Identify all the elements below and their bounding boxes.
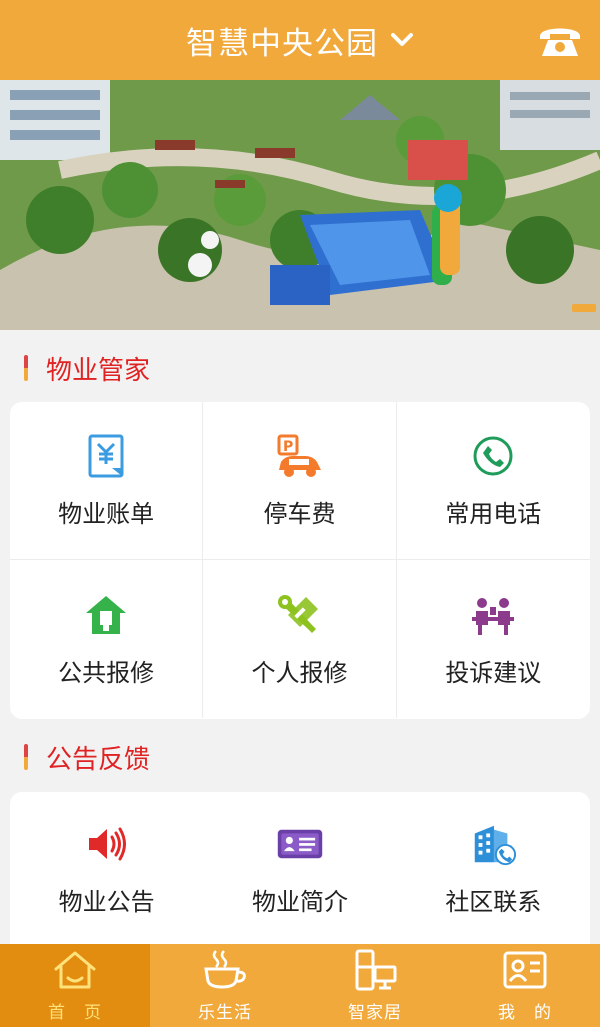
section-header-notice: 公告反馈: [0, 722, 600, 792]
top-bar: 智慧中央公园: [0, 0, 600, 80]
service-label: 公共报修: [58, 658, 155, 687]
service-item-bill[interactable]: 物业账单: [10, 402, 204, 560]
tab-mine[interactable]: 我 的: [450, 944, 600, 1027]
notice-label: 物业简介: [251, 887, 348, 916]
carousel-indicator[interactable]: [572, 304, 596, 312]
service-item-complaint[interactable]: 投诉建议: [397, 560, 590, 718]
speaker-icon: [83, 820, 131, 868]
community-title: 智慧中央公园: [186, 25, 378, 62]
tab-smart-home[interactable]: 智家居: [300, 944, 450, 1027]
id-card-icon: [276, 820, 324, 868]
tools-icon: [275, 591, 323, 639]
section-accent: [24, 355, 28, 381]
notice-item-contact[interactable]: 社区联系: [397, 792, 590, 944]
section-title: 物业管家: [46, 355, 151, 386]
bill-icon: [82, 432, 130, 480]
house-wrench-icon: [82, 591, 130, 639]
tab-label: 我 的: [498, 1003, 552, 1023]
property-services-card: 物业账单 P 停车费 常用电话 公共报修 个人报修 投诉建议: [10, 402, 590, 719]
home-icon: [51, 948, 99, 992]
service-item-phone[interactable]: 常用电话: [396, 402, 590, 560]
banner-image[interactable]: [0, 80, 600, 330]
service-label: 个人报修: [251, 658, 348, 687]
service-label: 物业账单: [58, 500, 155, 528]
service-label: 投诉建议: [445, 658, 542, 687]
tab-label: 首 页: [48, 1003, 102, 1023]
notice-item-intro[interactable]: 物业简介: [203, 792, 396, 944]
complaint-people-icon: [469, 591, 517, 639]
smart-devices-icon: [351, 948, 399, 992]
chevron-down-icon: [390, 32, 414, 48]
building-phone-icon: [469, 820, 517, 868]
notice-label: 社区联系: [445, 887, 542, 916]
service-item-parking[interactable]: P 停车费: [203, 402, 397, 560]
section-accent: [24, 744, 28, 770]
section-title: 公告反馈: [46, 744, 151, 775]
notice-card: 物业公告 物业简介 社区联系: [10, 792, 590, 962]
svg-text:P: P: [283, 439, 293, 455]
tab-label: 智家居: [348, 1003, 402, 1023]
section-header-property: 物业管家: [0, 333, 600, 403]
tab-life[interactable]: 乐生活: [150, 944, 300, 1027]
phone-circle-icon: [469, 432, 517, 480]
service-label: 停车费: [263, 500, 336, 528]
service-label: 常用电话: [445, 500, 542, 528]
tab-home[interactable]: 首 页: [0, 944, 150, 1027]
phone-icon[interactable]: [536, 16, 584, 64]
coffee-cup-icon: [201, 948, 249, 992]
bottom-tab-bar: 首 页 乐生活 智家居 我 的: [0, 944, 600, 1027]
service-item-public-repair[interactable]: 公共报修: [10, 560, 204, 718]
community-selector[interactable]: 智慧中央公园: [186, 18, 414, 63]
notice-label: 物业公告: [58, 887, 155, 916]
service-item-personal-repair[interactable]: 个人报修: [203, 560, 397, 718]
notice-item-announcement[interactable]: 物业公告: [10, 792, 203, 944]
profile-card-icon: [501, 948, 549, 992]
parking-car-icon: P: [275, 432, 323, 480]
tab-label: 乐生活: [198, 1003, 252, 1023]
